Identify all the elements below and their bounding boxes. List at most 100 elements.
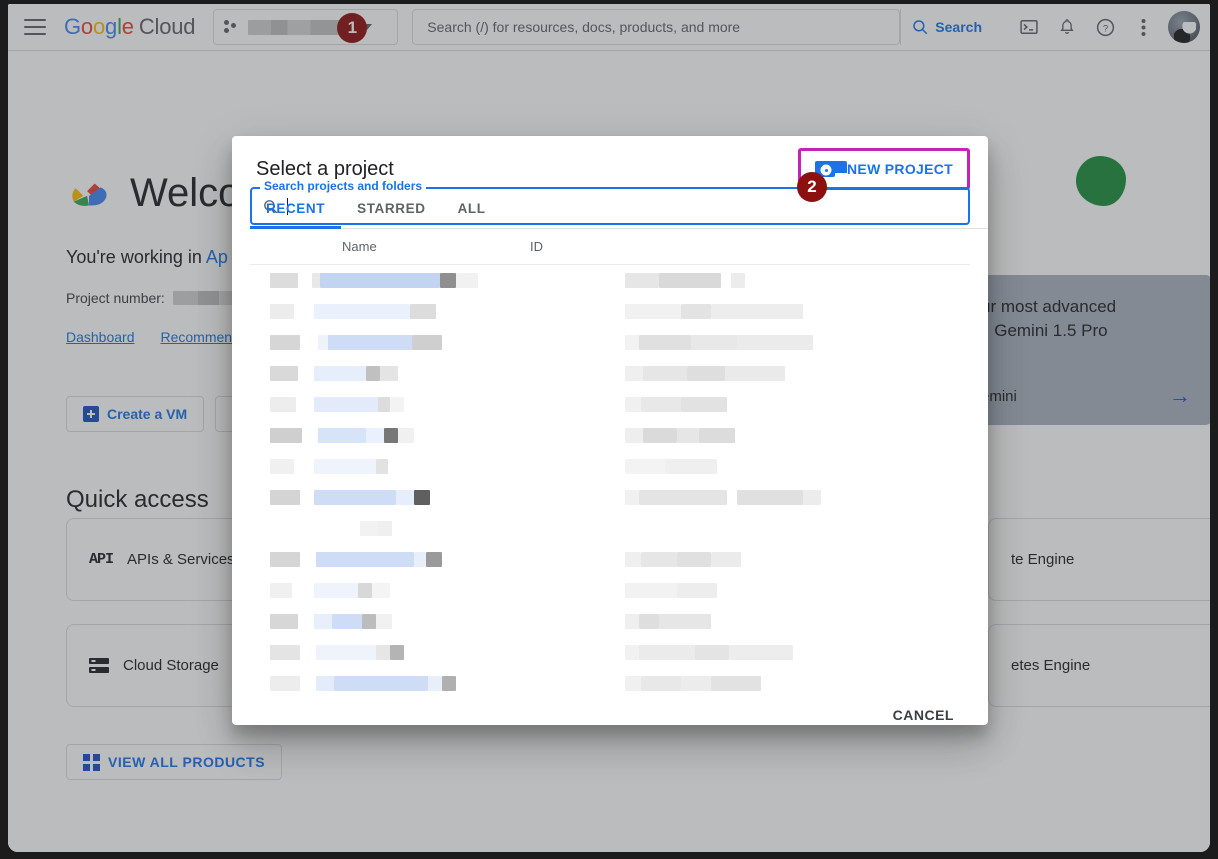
redacted-block: [641, 676, 681, 691]
redacted-block: [625, 397, 641, 412]
cell-project-name: [250, 366, 625, 381]
redacted-block: [711, 676, 761, 691]
redacted-block: [410, 304, 436, 319]
tab-recent[interactable]: RECENT: [250, 201, 342, 229]
table-row[interactable]: [250, 668, 970, 699]
cell-project-name: [250, 397, 625, 412]
redacted-block: [270, 614, 298, 629]
column-header-name: Name: [342, 239, 377, 254]
redacted-block: [270, 521, 360, 536]
table-header-row: Name ID: [250, 229, 970, 265]
redacted-block: [318, 335, 328, 350]
redacted-block: [725, 366, 785, 381]
redacted-block: [803, 490, 821, 505]
redacted-block: [625, 521, 633, 536]
redacted-block: [334, 676, 428, 691]
redacted-block: [314, 397, 378, 412]
tab-starred[interactable]: STARRED: [341, 201, 441, 228]
redacted-block: [320, 273, 440, 288]
redacted-block: [314, 614, 332, 629]
redacted-block: [378, 521, 392, 536]
cell-project-id: [625, 676, 761, 691]
redacted-block: [711, 552, 741, 567]
redacted-block: [737, 335, 813, 350]
redacted-block: [332, 614, 362, 629]
redacted-block: [625, 335, 639, 350]
redacted-block: [294, 459, 314, 474]
table-row[interactable]: [250, 482, 970, 513]
redacted-block: [625, 273, 659, 288]
redacted-block: [677, 583, 717, 598]
redacted-block: [372, 583, 390, 598]
redacted-block: [727, 490, 737, 505]
redacted-block: [316, 676, 334, 691]
table-row[interactable]: [250, 544, 970, 575]
redacted-block: [300, 676, 316, 691]
redacted-block: [729, 645, 793, 660]
redacted-block: [456, 273, 478, 288]
redacted-block: [440, 273, 456, 288]
redacted-block: [639, 614, 659, 629]
redacted-block: [270, 552, 300, 567]
redacted-block: [270, 583, 292, 598]
redacted-block: [270, 304, 294, 319]
table-body[interactable]: [250, 265, 970, 699]
table-row[interactable]: [250, 296, 970, 327]
redacted-block: [378, 397, 390, 412]
cell-project-id: [625, 583, 717, 598]
tab-all[interactable]: ALL: [442, 201, 502, 228]
table-row[interactable]: [250, 265, 970, 296]
redacted-block: [270, 335, 300, 350]
table-row[interactable]: [250, 606, 970, 637]
redacted-block: [625, 428, 643, 443]
redacted-block: [328, 335, 412, 350]
redacted-block: [681, 304, 711, 319]
table-row[interactable]: [250, 451, 970, 482]
table-row[interactable]: [250, 389, 970, 420]
cell-project-id: [625, 490, 821, 505]
cell-project-id: [625, 397, 727, 412]
new-project-label: NEW PROJECT: [847, 161, 953, 177]
redacted-block: [681, 397, 727, 412]
redacted-block: [414, 490, 430, 505]
redacted-block: [390, 645, 404, 660]
cell-project-name: [250, 273, 625, 288]
table-row[interactable]: [250, 637, 970, 668]
cell-project-name: [250, 614, 625, 629]
column-header-id: ID: [530, 239, 543, 254]
redacted-block: [677, 552, 711, 567]
table-row[interactable]: [250, 420, 970, 451]
cell-project-id: [625, 273, 745, 288]
redacted-block: [376, 614, 392, 629]
table-row[interactable]: [250, 358, 970, 389]
screenshot-root: GoogleCloud 1 Search ?: [0, 0, 1218, 859]
redacted-block: [625, 552, 641, 567]
redacted-block: [625, 645, 639, 660]
cell-project-name: [250, 583, 625, 598]
cell-project-name: [250, 428, 625, 443]
table-row[interactable]: [250, 327, 970, 358]
redacted-block: [691, 335, 737, 350]
redacted-block: [270, 273, 298, 288]
table-row[interactable]: [250, 575, 970, 606]
cell-project-id: [625, 614, 711, 629]
redacted-block: [314, 583, 358, 598]
project-search-label: Search projects and folders: [260, 179, 427, 193]
cell-project-id: [625, 459, 717, 474]
redacted-block: [390, 397, 404, 412]
cell-project-name: [250, 335, 625, 350]
cancel-button[interactable]: CANCEL: [885, 699, 962, 731]
cell-project-id: [625, 428, 735, 443]
redacted-block: [737, 490, 803, 505]
redacted-block: [639, 490, 727, 505]
redacted-block: [643, 428, 677, 443]
redacted-block: [300, 490, 314, 505]
redacted-block: [298, 366, 314, 381]
redacted-block: [298, 273, 312, 288]
redacted-block: [298, 614, 314, 629]
table-row[interactable]: [250, 513, 970, 544]
browser-window: GoogleCloud 1 Search ?: [8, 4, 1210, 852]
redacted-block: [681, 676, 711, 691]
redacted-block: [687, 366, 725, 381]
redacted-block: [625, 304, 681, 319]
